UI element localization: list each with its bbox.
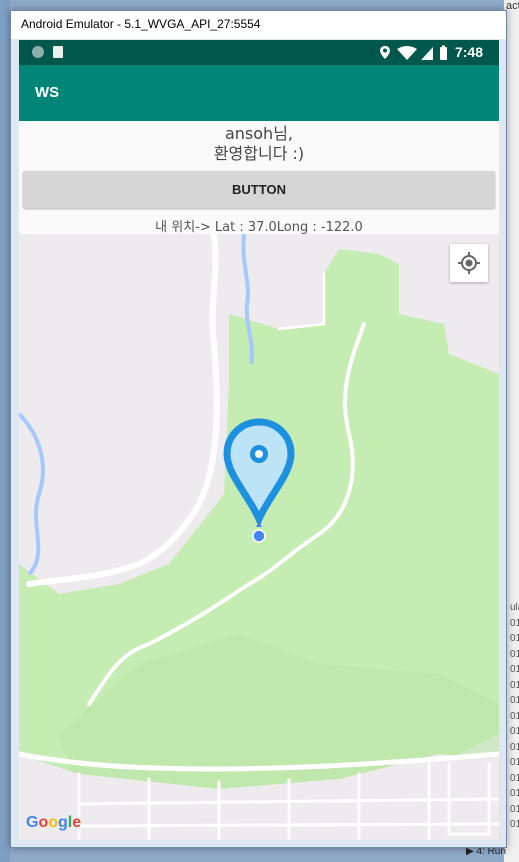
map-view[interactable]: Google: [19, 234, 499, 840]
ide-log-line: 015: [510, 757, 519, 768]
welcome-line-2: 환영합니다 :): [213, 144, 305, 163]
ide-log-line: 015: [510, 648, 519, 660]
google-logo: Google: [26, 814, 81, 832]
google-logo-letter: G: [26, 814, 39, 831]
ide-log-line: 015: [510, 679, 519, 691]
google-logo-letter: g: [58, 814, 68, 831]
main-button[interactable]: BUTTON: [23, 171, 495, 208]
google-logo-letter: e: [72, 814, 82, 831]
sd-card-icon: [53, 46, 63, 58]
ide-log-lines: ula 015 015 015 015 015 015 015 015 015 015 015 015 0…: [510, 600, 519, 833]
ide-log-line: 015: [510, 664, 519, 675]
welcome-line-1: ansoh님,: [224, 124, 294, 143]
ide-log-line: 015: [510, 803, 519, 815]
signal-icon: [421, 47, 433, 60]
desktop-left-strip: [0, 0, 10, 862]
app-bar: WS: [19, 65, 499, 121]
emulator-title-bar[interactable]: Android Emulator - 5.1_WVGA_API_27:5554: [11, 11, 506, 39]
location-icon: [380, 46, 390, 59]
location-text: 내 위치-> Lat : 37.0Long : -122.0: [155, 220, 363, 235]
status-icons: [380, 45, 447, 60]
wifi-icon: [397, 46, 417, 60]
ide-log-line: 015: [510, 788, 519, 799]
status-time: 7:48: [454, 44, 483, 60]
ide-log-line: 015: [510, 633, 519, 644]
notification-icon: [32, 46, 44, 58]
welcome-message: ansoh님, 환영합니다 :): [19, 124, 499, 164]
my-location-button[interactable]: [450, 244, 488, 282]
ide-log-line: 015: [510, 819, 519, 830]
ide-log-line: 015: [510, 695, 519, 706]
my-location-dot: [252, 529, 266, 543]
app-title: WS: [35, 84, 60, 101]
battery-icon: [440, 45, 447, 60]
ide-log-line: 015: [510, 772, 519, 784]
emulator-title: Android Emulator - 5.1_WVGA_API_27:5554: [21, 17, 261, 31]
main-content: ansoh님, 환영합니다 :) BUTTON 내 위치-> Lat : 37.…: [19, 121, 499, 840]
ide-tab[interactable]: activity: [506, 0, 519, 12]
map-tiles: [19, 234, 499, 840]
ide-log-line: 015: [510, 726, 519, 737]
ide-log-line: 015: [510, 741, 519, 753]
status-bar: 7:48: [19, 40, 499, 65]
device-screen: 7:48 WS ansoh님, 환영합니다 :) BUTTON 내 위치-> L…: [19, 40, 499, 840]
google-logo-letter: o: [38, 814, 49, 831]
emulator-window: Android Emulator - 5.1_WVGA_API_27:5554: [10, 10, 507, 848]
ide-log-line: ula: [510, 602, 519, 613]
ide-log-line: 015: [510, 710, 519, 722]
my-location-icon: [458, 252, 480, 274]
ide-log-line: 015: [510, 617, 519, 629]
google-logo-letter: o: [48, 814, 59, 831]
